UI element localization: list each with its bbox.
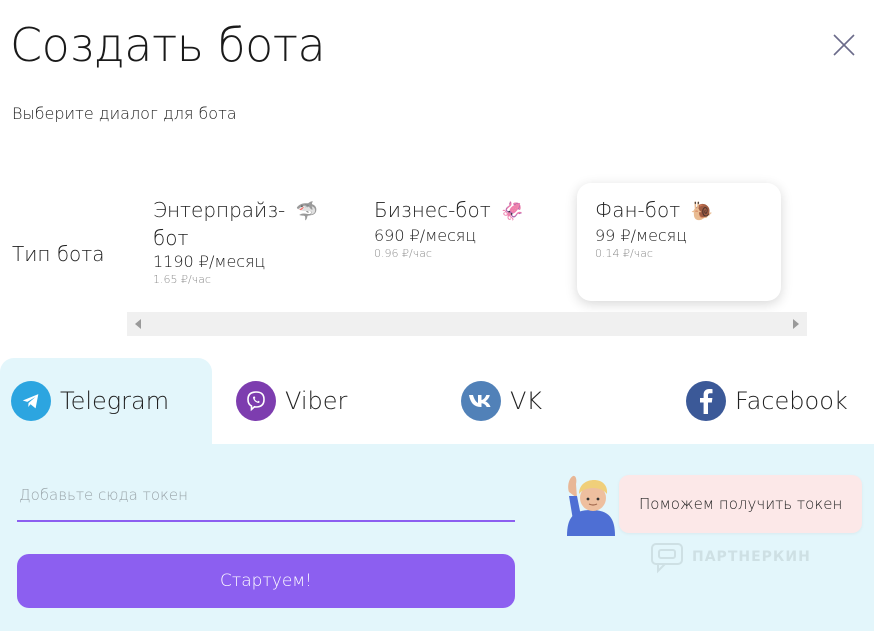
- bot-card-fun[interactable]: Фан-бот 🐌 99 ₽/месяц 0.14 ₽/час: [577, 183, 781, 301]
- tab-viber[interactable]: Viber: [236, 358, 436, 444]
- card-price: 690 ₽/месяц: [374, 226, 477, 245]
- partnerkin-logo-icon: [651, 543, 683, 574]
- help-get-token-button[interactable]: Поможем получить токен: [619, 475, 863, 533]
- subtitle: Выберите диалог для бота: [12, 104, 237, 123]
- scroll-left-arrow-icon[interactable]: [135, 319, 141, 329]
- token-help: Поможем получить токен: [565, 472, 863, 536]
- tab-telegram[interactable]: Telegram: [0, 358, 212, 444]
- telegram-icon: [11, 381, 51, 421]
- bot-card-business[interactable]: Бизнес-бот 🦑 690 ₽/месяц 0.96 ₽/час: [356, 183, 560, 301]
- messenger-tabs: Telegram Viber VK Facebook: [0, 358, 874, 444]
- card-hourly-price: 0.96 ₽/час: [374, 247, 432, 260]
- shark-icon: 🦈: [295, 201, 319, 222]
- scroll-right-arrow-icon[interactable]: [793, 319, 799, 329]
- facebook-icon: [686, 381, 726, 421]
- card-price: 1190 ₽/месяц: [153, 252, 266, 271]
- watermark-logo: ПАРТНЕРКИН: [650, 540, 811, 574]
- tab-label: VK: [510, 387, 543, 415]
- squid-icon: 🦑: [501, 201, 524, 222]
- tab-facebook[interactable]: Facebook: [686, 358, 866, 444]
- bot-type-cards: Энтерпрайз- 🦈 бот 1190 ₽/месяц 1.65 ₽/ча…: [135, 183, 805, 305]
- close-icon[interactable]: [832, 33, 856, 57]
- card-name: Бизнес-бот 🦑: [374, 198, 524, 222]
- card-price: 99 ₽/месяц: [595, 226, 688, 245]
- start-button[interactable]: Стартуем!: [17, 554, 515, 608]
- viber-icon: [236, 381, 276, 421]
- tab-label: Facebook: [735, 387, 848, 415]
- tab-label: Viber: [285, 387, 348, 415]
- card-name: Энтерпрайз- 🦈 бот: [153, 198, 319, 250]
- snail-icon: 🐌: [690, 201, 713, 222]
- vk-icon: [461, 381, 501, 421]
- card-hourly-price: 1.65 ₽/час: [153, 273, 211, 286]
- token-input[interactable]: [17, 470, 515, 522]
- card-name: Фан-бот 🐌: [595, 198, 713, 222]
- tab-vk[interactable]: VK: [461, 358, 661, 444]
- bot-card-enterprise[interactable]: Энтерпрайз- 🦈 бот 1190 ₽/месяц 1.65 ₽/ча…: [135, 183, 339, 301]
- bot-type-label: Тип бота: [12, 242, 105, 266]
- horizontal-scrollbar[interactable]: [127, 312, 807, 336]
- card-hourly-price: 0.14 ₽/час: [595, 247, 653, 260]
- tab-label: Telegram: [60, 387, 170, 415]
- page-title: Создать бота: [10, 18, 326, 72]
- waving-person-icon: [567, 475, 615, 536]
